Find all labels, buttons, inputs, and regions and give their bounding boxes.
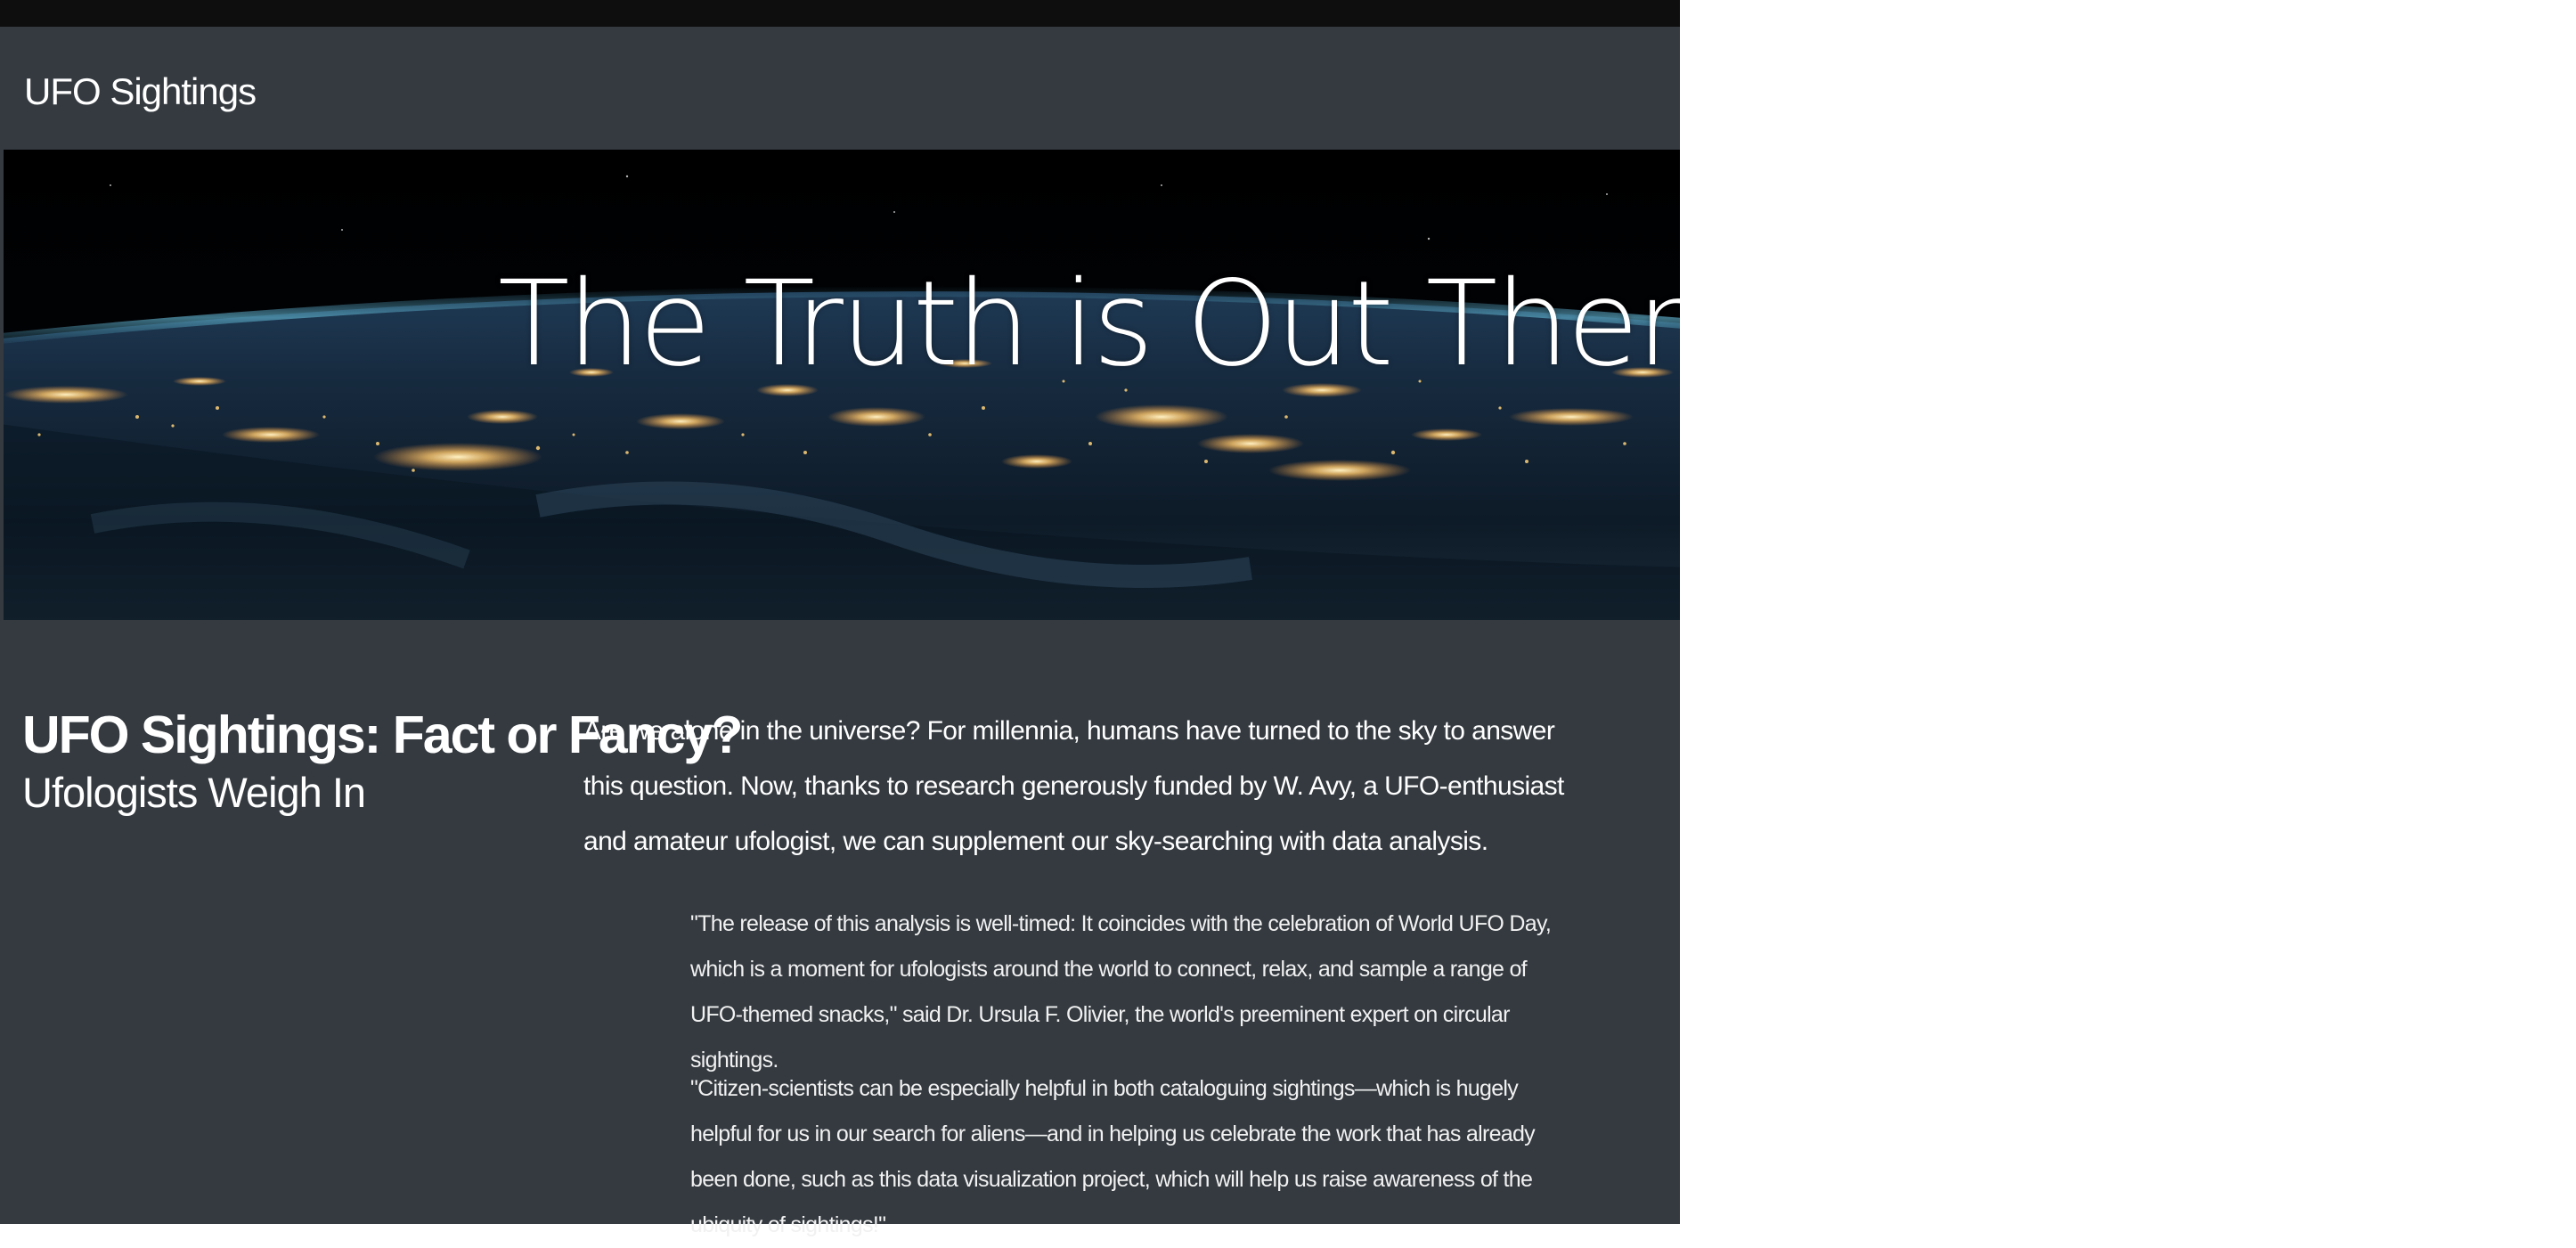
hero-banner: The Truth is Out There <box>4 150 1680 620</box>
quote-citizen-scientists: "Citizen-scientists can be especially he… <box>690 1076 1536 1237</box>
page: UFO Sightings The Truth is Out There UFO… <box>0 0 1680 1237</box>
article-intro: Are we alone in the universe? For millen… <box>583 716 1564 856</box>
navbar: UFO Sightings <box>0 27 1680 150</box>
top-bar <box>0 0 1680 27</box>
article-headline: UFO Sightings: Fact or Fancy? <box>22 706 743 764</box>
hero-title: The Truth is Out There <box>498 256 1680 393</box>
navbar-brand-link[interactable]: UFO Sightings <box>24 70 257 113</box>
article-heading: UFO Sightings: Fact or Fancy? Ufologists… <box>22 704 743 820</box>
quote-olivier: "The release of this analysis is well-ti… <box>690 911 1552 1073</box>
article-subheadline: Ufologists Weigh In <box>22 769 366 816</box>
